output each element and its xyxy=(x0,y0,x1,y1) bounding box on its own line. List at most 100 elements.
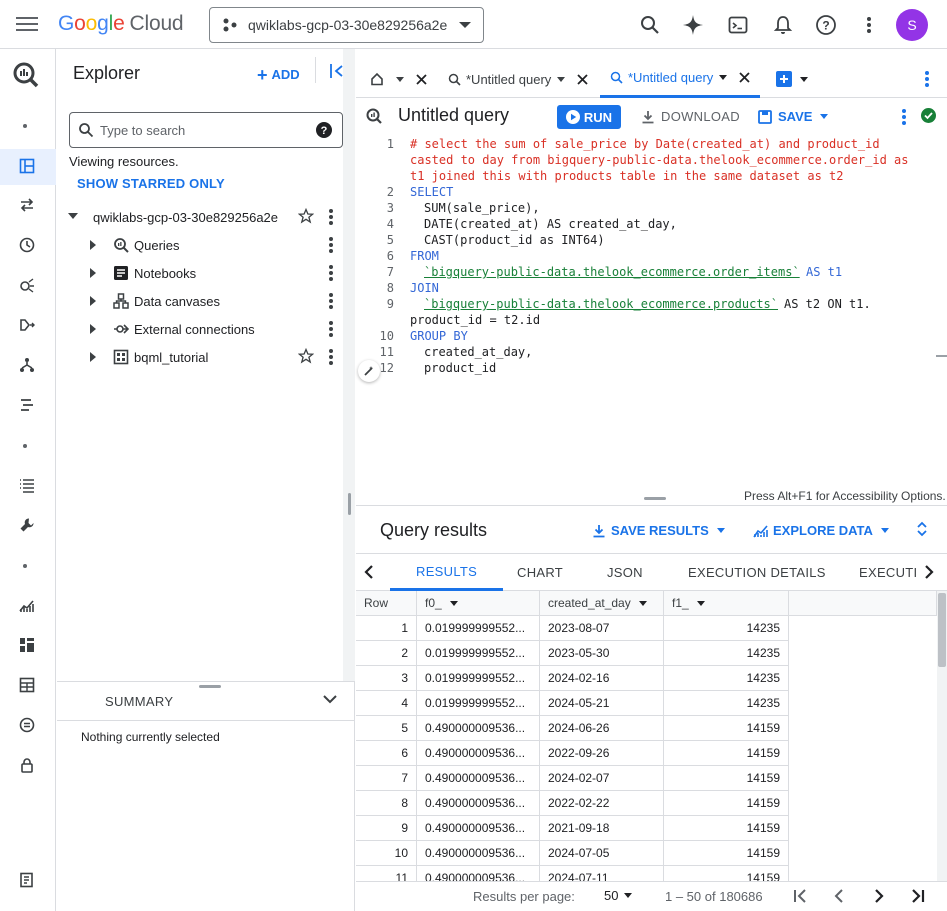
dropdown-arrow-icon[interactable] xyxy=(557,76,566,82)
list-icon[interactable] xyxy=(16,475,38,495)
project-selector[interactable]: qwiklabs-gcp-03-30e829256a2e xyxy=(209,7,484,43)
tree-item-bqml-tutorial[interactable]: bqml_tutorial xyxy=(57,343,355,371)
menu-icon[interactable] xyxy=(16,14,38,36)
more-vert-icon[interactable] xyxy=(925,71,929,87)
dropdown-arrow-icon[interactable] xyxy=(396,76,404,82)
star-icon[interactable] xyxy=(298,208,314,224)
explore-data-button[interactable]: EXPLORE DATA xyxy=(753,523,889,538)
release-notes-icon[interactable] xyxy=(16,870,38,890)
policy-icon[interactable] xyxy=(16,715,38,735)
table-cell[interactable]: 2021-09-18 xyxy=(540,816,664,841)
table-cell[interactable]: 0.019999999552... xyxy=(417,641,540,666)
more-vert-icon[interactable] xyxy=(902,109,906,125)
notifications-bell-icon[interactable] xyxy=(771,12,795,38)
table-cell[interactable]: 14159 xyxy=(664,716,789,741)
transfer-icon[interactable] xyxy=(16,195,38,215)
explorer-scrollbar[interactable] xyxy=(343,49,355,681)
run-button[interactable]: RUN xyxy=(557,105,621,129)
more-vert-icon[interactable] xyxy=(860,12,878,38)
table-cell[interactable]: 0.490000009536... xyxy=(417,866,540,881)
close-icon[interactable] xyxy=(739,72,750,83)
close-icon[interactable] xyxy=(577,73,588,85)
last-page-icon[interactable] xyxy=(911,889,925,903)
monitoring-icon[interactable] xyxy=(16,595,38,615)
more-vert-icon[interactable] xyxy=(329,209,333,225)
expand-right-icon[interactable] xyxy=(90,352,98,362)
tab-results[interactable]: RESULTS xyxy=(390,554,504,591)
table-cell[interactable]: 2024-02-07 xyxy=(540,766,664,791)
star-icon[interactable] xyxy=(298,348,314,364)
expand-right-icon[interactable] xyxy=(90,240,98,250)
next-page-icon[interactable] xyxy=(874,889,884,903)
tree-item-notebooks[interactable]: Notebooks xyxy=(57,259,355,287)
first-page-icon[interactable] xyxy=(793,889,807,903)
wrench-icon[interactable] xyxy=(16,515,38,535)
table-cell[interactable]: 2022-09-26 xyxy=(540,741,664,766)
table-cell[interactable]: 14235 xyxy=(664,666,789,691)
table-cell[interactable]: 2024-05-21 xyxy=(540,691,664,716)
table-cell[interactable]: 14159 xyxy=(664,841,789,866)
project-row[interactable]: qwiklabs-gcp-03-30e829256a2e xyxy=(57,203,355,231)
table-cell[interactable]: 14235 xyxy=(664,641,789,666)
scroll-left-icon[interactable] xyxy=(364,564,374,580)
table-cell[interactable]: 14235 xyxy=(664,616,789,641)
tab-untitled-query-1[interactable]: *Untitled query xyxy=(448,60,588,98)
dropdown-arrow-icon[interactable] xyxy=(820,114,829,119)
table-cell[interactable]: 14159 xyxy=(664,741,789,766)
table-grid-icon[interactable] xyxy=(16,675,38,695)
tree-item-external-connections[interactable]: External connections xyxy=(57,315,355,343)
expand-down-icon[interactable] xyxy=(68,213,78,221)
more-vert-icon[interactable] xyxy=(329,293,333,309)
dropdown-arrow-icon[interactable] xyxy=(880,528,889,533)
tab-execution-details[interactable]: EXECUTION DETAILS xyxy=(688,554,826,591)
table-cell[interactable]: 0.490000009536... xyxy=(417,816,540,841)
column-header-created-at-day[interactable]: created_at_day xyxy=(540,591,664,616)
cloud-shell-icon[interactable] xyxy=(726,12,750,38)
explorer-search-input[interactable]: Type to search ? xyxy=(69,112,343,148)
lock-icon[interactable] xyxy=(16,755,38,775)
tab-execution-graph[interactable]: EXECUTI xyxy=(859,554,917,591)
tab-home[interactable] xyxy=(370,60,427,98)
tab-untitled-query-2[interactable]: *Untitled query xyxy=(600,60,761,98)
table-cell[interactable]: 14159 xyxy=(664,791,789,816)
dashboard-icon[interactable] xyxy=(16,635,38,655)
prev-page-icon[interactable] xyxy=(834,889,844,903)
chevron-down-icon[interactable] xyxy=(323,694,337,704)
resize-handle[interactable] xyxy=(199,685,221,688)
column-header-f1[interactable]: f1_ xyxy=(664,591,789,616)
help-icon[interactable]: ? xyxy=(316,122,332,138)
scheduled-queries-icon[interactable] xyxy=(16,235,38,255)
close-icon[interactable] xyxy=(416,73,427,85)
analytics-hub-icon[interactable] xyxy=(16,275,38,295)
table-cell[interactable]: 0.490000009536... xyxy=(417,841,540,866)
save-button[interactable]: SAVE xyxy=(758,109,829,124)
panel-splitter[interactable] xyxy=(348,493,351,515)
table-cell[interactable]: 0.019999999552... xyxy=(417,691,540,716)
dropdown-arrow-icon[interactable] xyxy=(800,76,808,82)
dataform-icon[interactable] xyxy=(16,315,38,335)
table-scrollbar-thumb[interactable] xyxy=(938,593,946,667)
gemini-sparkle-icon[interactable] xyxy=(681,12,705,38)
table-cell[interactable]: 0.490000009536... xyxy=(417,716,540,741)
bigquery-logo-icon[interactable] xyxy=(12,61,40,89)
more-vert-icon[interactable] xyxy=(329,237,333,253)
expand-collapse-icon[interactable] xyxy=(916,521,928,537)
expand-right-icon[interactable] xyxy=(90,268,98,278)
tree-item-data-canvases[interactable]: Data canvases xyxy=(57,287,355,315)
help-icon[interactable]: ? xyxy=(814,12,838,38)
download-button[interactable]: DOWNLOAD xyxy=(641,109,740,124)
table-cell[interactable]: 2022-02-22 xyxy=(540,791,664,816)
table-cell[interactable]: 2023-05-30 xyxy=(540,641,664,666)
sql-editor[interactable]: 1 # select the sum of sale_price by Date… xyxy=(356,135,947,503)
show-starred-button[interactable]: SHOW STARRED ONLY xyxy=(77,176,225,191)
table-cell[interactable]: 14159 xyxy=(664,866,789,881)
avatar[interactable]: S xyxy=(896,9,928,41)
table-cell[interactable]: 0.490000009536... xyxy=(417,766,540,791)
add-button[interactable]: + ADD xyxy=(257,65,300,86)
table-cell[interactable]: 0.490000009536... xyxy=(417,791,540,816)
studio-icon[interactable] xyxy=(16,156,38,176)
expand-right-icon[interactable] xyxy=(90,324,98,334)
tab-chart[interactable]: CHART xyxy=(517,554,563,591)
lineage-icon[interactable] xyxy=(16,395,38,415)
table-cell[interactable]: 0.490000009536... xyxy=(417,741,540,766)
